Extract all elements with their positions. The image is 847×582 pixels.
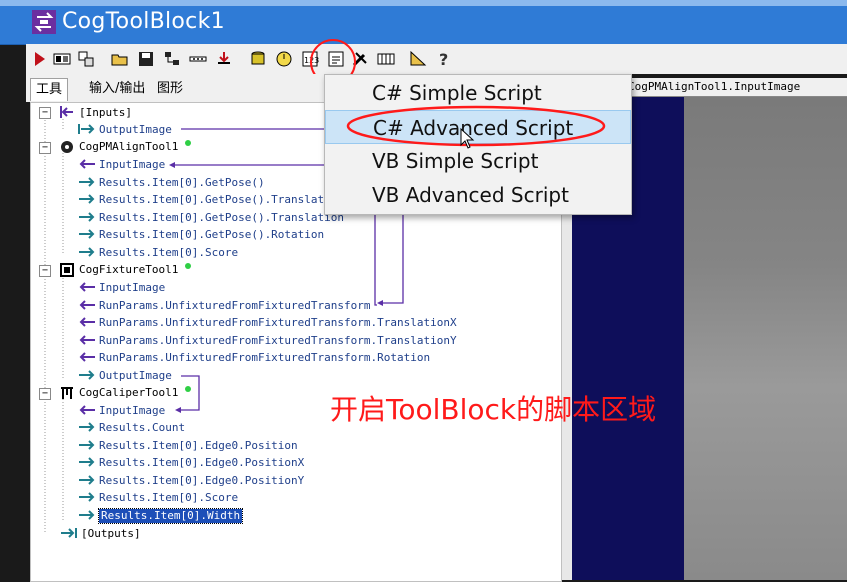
svg-text:?: ?: [439, 50, 448, 69]
arrow-out-icon: [79, 510, 95, 520]
tree-leaf[interactable]: Results.Item[0].Edge0.PositionY: [99, 474, 304, 488]
title-bar-strip: [0, 0, 847, 6]
open-folder-icon[interactable]: [110, 49, 130, 69]
import-icon[interactable]: [214, 49, 234, 69]
status-dot: [185, 263, 191, 269]
tab-inputs-outputs[interactable]: 输入/输出: [84, 78, 150, 100]
arrow-in-icon: [79, 300, 95, 310]
tree-node-outputs[interactable]: [Outputs]: [81, 527, 141, 541]
tab-tools[interactable]: 工具: [30, 78, 69, 101]
arrow-out-icon: [79, 229, 95, 239]
annotation-text: 开启ToolBlock的脚本区域: [330, 393, 657, 426]
arrow-out-icon: [78, 124, 95, 134]
tree-leaf[interactable]: RunParams.UnfixturedFromFixturedTransfor…: [99, 351, 430, 365]
arrow-in-icon: [79, 405, 95, 415]
tree-node-inputs[interactable]: [Inputs]: [79, 106, 132, 120]
grid-icon[interactable]: [376, 49, 396, 69]
arrow-out-icon: [79, 457, 95, 467]
highlight-ellipse: [346, 105, 606, 147]
arrow-out-icon: [79, 440, 95, 450]
arrow-in-icon: [79, 352, 95, 362]
database-icon[interactable]: [248, 49, 268, 69]
tree-leaf[interactable]: RunParams.UnfixturedFromFixturedTransfor…: [99, 299, 371, 313]
arrow-out-icon: [79, 422, 95, 432]
tree-leaf[interactable]: InputImage: [99, 158, 165, 172]
arrow-out-icon: [79, 247, 95, 257]
arrow-in-icon: [79, 335, 95, 345]
dots-icon[interactable]: [188, 49, 208, 69]
layout-icon[interactable]: [76, 49, 96, 69]
image-panel-title: CogPMAlignTool1.InputImage: [628, 80, 801, 93]
help-icon[interactable]: ?: [434, 49, 454, 69]
mouse-cursor-icon: [460, 128, 475, 149]
ruler-icon[interactable]: [408, 49, 428, 69]
arrow-out-icon: [79, 177, 95, 187]
arrow-out-icon: [79, 212, 95, 222]
collapse-inputs[interactable]: −: [39, 107, 51, 119]
tree-leaf[interactable]: Results.Item[0].GetPose().Rotation: [99, 228, 324, 242]
tree-node-caliper[interactable]: CogCaliperTool1: [79, 386, 178, 400]
collapse-caliper[interactable]: −: [39, 388, 51, 400]
arrow-in-icon: [79, 282, 95, 292]
tree-leaf[interactable]: RunParams.UnfixturedFromFixturedTransfor…: [99, 334, 457, 348]
arrow-out-icon: [79, 492, 95, 502]
arrow-out-icon: [79, 475, 95, 485]
display-icon[interactable]: [52, 49, 72, 69]
caliper-tool-icon: [61, 387, 73, 399]
fixture-tool-icon: [60, 263, 74, 277]
toolbar: 123 ?: [26, 44, 847, 74]
tree-node-fixture[interactable]: CogFixtureTool1: [79, 263, 178, 277]
tree-leaf[interactable]: Results.Item[0].Score: [99, 246, 238, 260]
tree-leaf[interactable]: Results.Count: [99, 421, 185, 435]
network-icon[interactable]: [162, 49, 182, 69]
tree-leaf[interactable]: OutputImage: [99, 369, 172, 383]
image-display[interactable]: [684, 97, 847, 580]
pmalign-tool-icon: [61, 141, 73, 153]
arrow-in-icon: [79, 159, 95, 169]
tree-leaf[interactable]: Results.Item[0].GetPose().Translat: [99, 193, 324, 207]
inputs-icon: [60, 106, 73, 118]
tree-leaf[interactable]: Results.Item[0].GetPose(): [99, 176, 265, 190]
tree-leaf[interactable]: RunParams.UnfixturedFromFixturedTransfor…: [99, 316, 457, 330]
arrow-out-icon: [79, 194, 95, 204]
arrow-out-icon: [79, 370, 95, 380]
title-bar: CogToolBlock1: [0, 0, 847, 45]
status-dot: [185, 140, 191, 146]
tree-leaf-selected[interactable]: Results.Item[0].Width: [97, 508, 244, 524]
collapse-fixture[interactable]: −: [39, 265, 51, 277]
toolblock-app-icon: [32, 10, 56, 34]
tree-leaf[interactable]: Results.Item[0].Edge0.PositionX: [99, 456, 304, 470]
save-icon[interactable]: [136, 49, 156, 69]
tree-leaf[interactable]: Results.Item[0].GetPose().Translation: [99, 211, 344, 225]
run-icon[interactable]: [30, 49, 50, 69]
tree-leaf[interactable]: Results.Item[0].Edge0.Position: [99, 439, 298, 453]
tree-leaf[interactable]: InputImage: [99, 281, 165, 295]
tree-leaf[interactable]: OutputImage: [99, 123, 172, 137]
outputs-icon: [61, 528, 77, 538]
tab-graphics[interactable]: 图形: [152, 78, 188, 100]
collapse-pmalign[interactable]: −: [39, 142, 51, 154]
tree-leaf[interactable]: InputImage: [99, 404, 165, 418]
menu-item-vb-advanced[interactable]: VB Advanced Script: [325, 178, 631, 212]
tree-node-pmalign[interactable]: CogPMAlignTool1: [79, 140, 178, 154]
window-title: CogToolBlock1: [62, 9, 225, 34]
menu-item-vb-simple[interactable]: VB Simple Script: [325, 144, 631, 178]
status-dot: [185, 386, 191, 392]
timer-icon[interactable]: [274, 49, 294, 69]
arrow-in-icon: [79, 317, 95, 327]
tree-leaf[interactable]: Results.Item[0].Score: [99, 491, 238, 505]
